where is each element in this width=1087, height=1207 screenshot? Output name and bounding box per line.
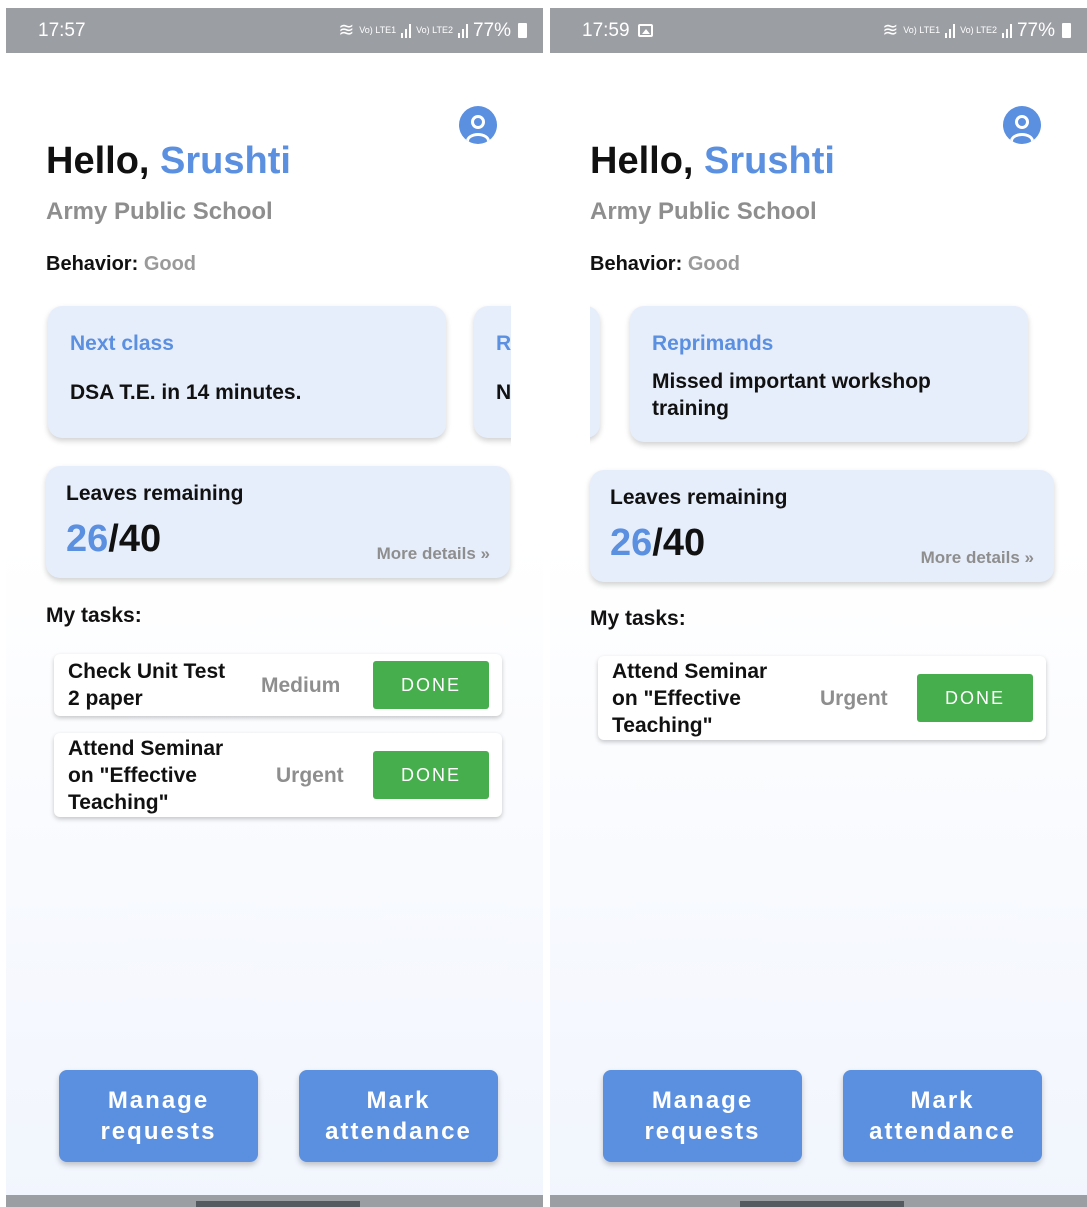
user-name: Srushti [160, 140, 291, 182]
wifi-icon: ≋ [882, 20, 899, 41]
phone-screen-right: 17:59 ≋ Vo) LTE1 Vo) LTE2 77% Hello, Sru… [550, 0, 1087, 1207]
task-item: Attend Seminar on "Effective Teaching" U… [598, 656, 1046, 740]
signal-icon [945, 23, 956, 38]
leaves-total: /40 [108, 518, 162, 560]
system-nav-bar [550, 1195, 1087, 1207]
task-done-button[interactable]: DONE [373, 661, 489, 709]
mark-attendance-button[interactable]: Mark attendance [299, 1070, 498, 1162]
task-priority: Urgent [820, 687, 888, 710]
behavior-status: Behavior: Good [590, 253, 740, 276]
status-icons: ≋ Vo) LTE1 Vo) LTE2 77% [338, 19, 527, 42]
status-icons: ≋ Vo) LTE1 Vo) LTE2 77% [882, 19, 1071, 42]
gallery-notification-icon [637, 24, 653, 37]
task-done-button[interactable]: DONE [917, 674, 1033, 722]
status-time: 17:59 [582, 19, 630, 41]
home-indicator[interactable] [740, 1201, 904, 1207]
signal-icon [401, 23, 412, 38]
task-done-button[interactable]: DONE [373, 751, 489, 799]
greeting-hello: Hello, [46, 140, 161, 182]
signal-icon [1001, 23, 1012, 38]
sim1-label: Vo) LTE1 [903, 25, 941, 35]
task-priority: Medium [261, 674, 341, 697]
greeting-hello: Hello, [590, 140, 705, 182]
profile-avatar-icon[interactable] [1003, 106, 1041, 144]
status-bar: 17:57 ≋ Vo) LTE1 Vo) LTE2 77% [6, 8, 543, 53]
task-title: Attend Seminar on "Effective Teaching" [612, 660, 768, 737]
system-nav-bar [6, 1195, 543, 1207]
sim1-label: Vo) LTE1 [359, 25, 397, 35]
task-item: Attend Seminar on "Effective Teaching" U… [54, 733, 502, 817]
greeting: Hello, Srushti [590, 140, 835, 183]
user-name: Srushti [704, 140, 835, 182]
status-bar: 17:59 ≋ Vo) LTE1 Vo) LTE2 77% [550, 8, 1087, 53]
task-item: Check Unit Test 2 paper Medium DONE [54, 654, 502, 716]
behavior-label: Behavior: [46, 253, 144, 275]
battery-icon [518, 23, 527, 38]
next-class-card[interactable]: Next class DSA T.E. in 14 minutes. [48, 306, 446, 438]
wifi-icon: ≋ [338, 20, 355, 41]
card-title: Reprimands [652, 332, 774, 355]
more-details-link[interactable]: More details » [921, 548, 1034, 568]
tasks-heading: My tasks: [46, 604, 142, 627]
status-time: 17:57 [38, 19, 86, 41]
leaves-used: 26 [66, 518, 109, 560]
home-indicator[interactable] [196, 1201, 360, 1207]
battery-percent: 77% [472, 19, 511, 41]
task-title: Check Unit Test 2 paper [68, 660, 226, 710]
phone-screen-left: 17:57 ≋ Vo) LTE1 Vo) LTE2 77% Hello, Sru… [6, 0, 543, 1207]
manage-requests-button[interactable]: Manage requests [59, 1070, 258, 1162]
profile-avatar-icon[interactable] [459, 106, 497, 144]
mark-attendance-button[interactable]: Mark attendance [843, 1070, 1042, 1162]
battery-percent: 77% [1016, 19, 1055, 41]
signal-icon [457, 23, 468, 38]
leaves-count: 26/40 [610, 522, 705, 565]
carousel-clip [511, 296, 543, 451]
leaves-used: 26 [610, 522, 653, 564]
card-title: R [496, 332, 512, 355]
task-title: Attend Seminar on "Effective Teaching" [68, 737, 224, 814]
behavior-value: Good [143, 253, 197, 275]
tasks-heading: My tasks: [590, 607, 686, 630]
leaves-total: /40 [652, 522, 706, 564]
card-body: Missed important workshop training [652, 370, 931, 420]
leaves-count: 26/40 [66, 518, 161, 561]
leaves-card: Leaves remaining 26/40 More details » [46, 466, 510, 578]
leaves-card: Leaves remaining 26/40 More details » [590, 470, 1054, 582]
leaves-title: Leaves remaining [610, 486, 788, 509]
school-name: Army Public School [46, 198, 273, 225]
reprimands-card[interactable]: Reprimands Missed important workshop tra… [630, 306, 1028, 442]
behavior-status: Behavior: Good [46, 253, 196, 276]
behavior-label: Behavior: [590, 253, 688, 275]
behavior-value: Good [687, 253, 741, 275]
carousel-clip [550, 296, 590, 451]
battery-icon [1062, 23, 1071, 38]
manage-requests-button[interactable]: Manage requests [603, 1070, 802, 1162]
task-priority: Urgent [276, 764, 344, 787]
school-name: Army Public School [590, 198, 817, 225]
sim2-label: Vo) LTE2 [416, 25, 453, 35]
more-details-link[interactable]: More details » [377, 544, 490, 564]
greeting: Hello, Srushti [46, 140, 291, 183]
leaves-title: Leaves remaining [66, 482, 244, 505]
card-title: Next class [70, 332, 174, 355]
card-body: DSA T.E. in 14 minutes. [70, 381, 302, 404]
sim2-label: Vo) LTE2 [960, 25, 997, 35]
